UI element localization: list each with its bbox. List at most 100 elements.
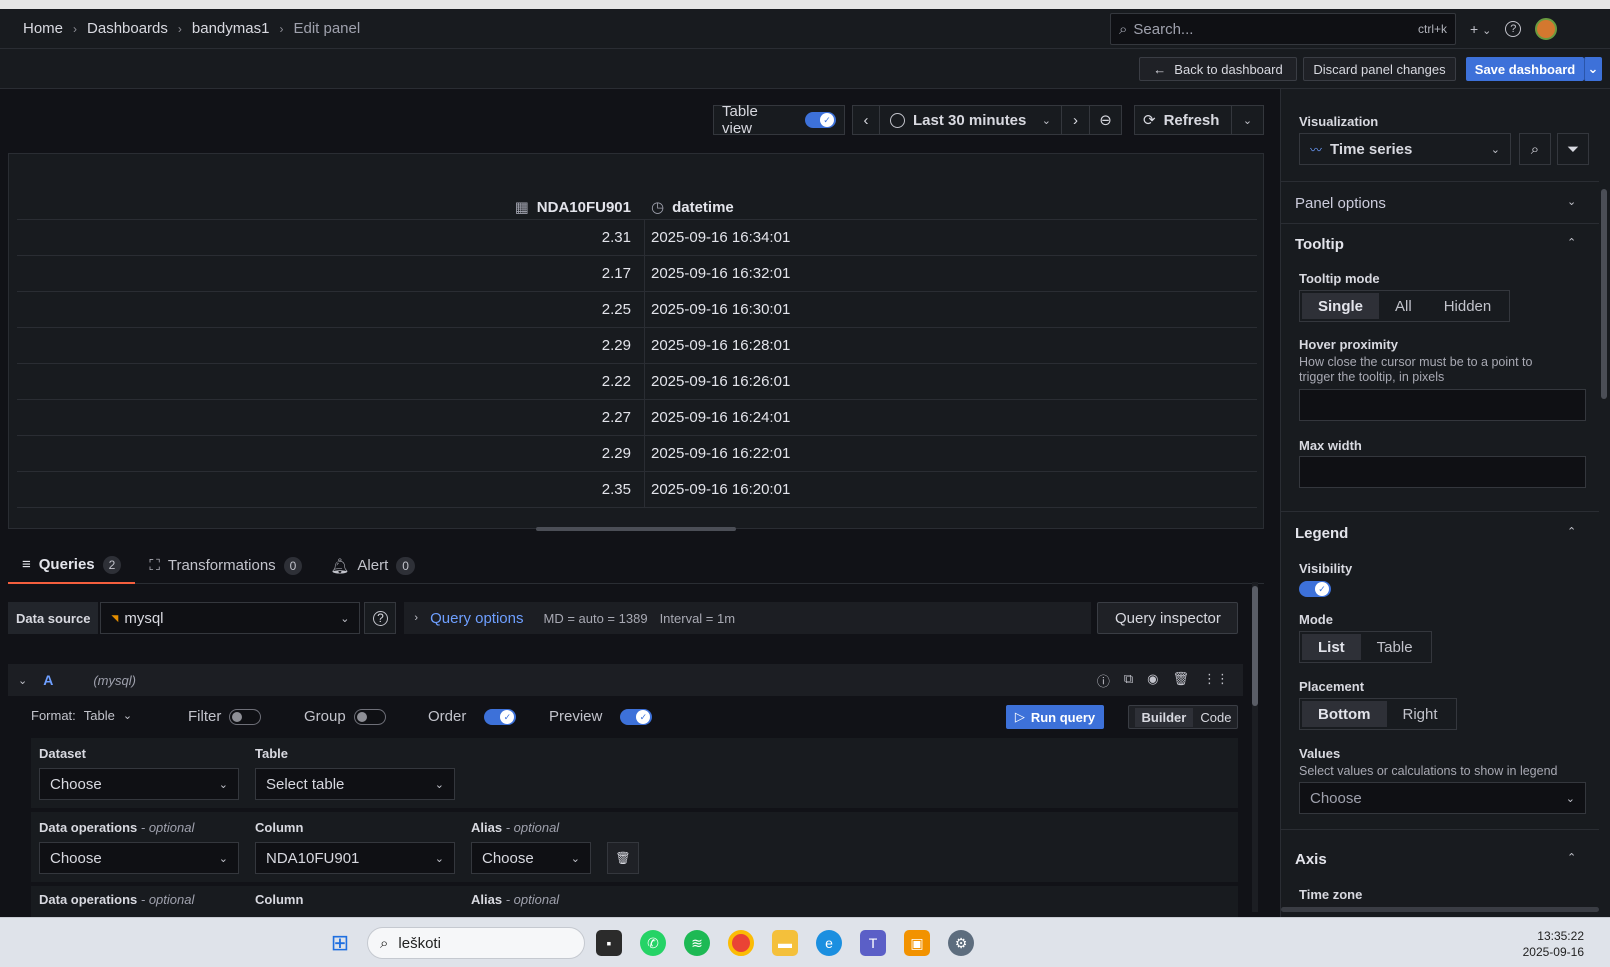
placement-label: Placement [1299,679,1365,694]
time-back-button[interactable]: ‹ [852,105,880,135]
chevron-up-icon[interactable]: ⌃ [1567,525,1576,538]
table-view-switch[interactable] [804,112,836,128]
back-to-dashboard-button[interactable]: ← Back to dashboard [1139,57,1297,81]
remote-desktop-icon[interactable]: ▣ [904,930,930,956]
legend-mode-table[interactable]: Table [1361,634,1429,660]
save-dashboard-button[interactable]: Save dashboard [1466,57,1584,81]
tooltip-mode-all[interactable]: All [1379,293,1428,319]
help-icon[interactable]: ? [1505,21,1522,37]
chevron-down-icon: ⌄ [1242,114,1253,127]
search-input[interactable]: ⌕ Search... ctrl+k [1110,13,1456,45]
table-select[interactable]: Select table ⌄ [255,768,455,800]
divider [1281,829,1599,830]
taskbar-clock[interactable]: 13:35:22 2025-09-16 [1523,928,1584,960]
zoom-out-button[interactable]: ⊖ [1090,105,1122,135]
chevron-down-icon[interactable]: ⌄ [18,674,27,687]
filter-options-button[interactable]: ⏷ [1557,133,1589,165]
max-data-points: MD = auto = 1389 [543,610,648,626]
preview-toggle[interactable]: Preview [549,708,653,725]
group-switch[interactable] [353,708,386,725]
drag-handle-icon[interactable]: ⋮⋮ [1203,671,1229,690]
query-inspector-button[interactable]: Query inspector [1097,602,1239,634]
alias-select[interactable]: Choose ⌄ [471,842,591,874]
chevron-up-icon[interactable]: ⌃ [1567,851,1576,864]
datasource-picker[interactable]: ◥ mysql ⌄ [100,602,361,634]
search-options-button[interactable]: ⌕ [1519,133,1551,165]
query-options-link[interactable]: Query options [430,610,523,627]
discard-panel-changes-button[interactable]: Discard panel changes [1303,57,1456,81]
options-horizontal-scrollbar[interactable] [1281,907,1599,912]
help-icon[interactable]: ⓘ [1097,671,1110,690]
duplicate-icon[interactable]: ⧉ [1124,671,1133,690]
chevron-down-icon[interactable]: ⌄ [1567,195,1576,208]
code-mode-button[interactable]: Code [1200,710,1231,725]
tab-queries[interactable]: ≡ Queries 2 [8,548,136,584]
horizontal-scrollbar[interactable] [536,527,736,531]
options-vertical-scrollbar[interactable] [1601,189,1607,399]
tooltip-section[interactable]: Tooltip [1295,236,1344,253]
run-query-button[interactable]: ▷ Run query [1006,705,1104,729]
chevron-up-icon[interactable]: ⌃ [1567,236,1576,249]
breadcrumb-home[interactable]: Home [23,20,63,37]
column-header-value[interactable]: ▦ NDA10FU901 [515,198,631,216]
remove-column-button[interactable]: 🗑︎ [607,842,639,874]
axis-section[interactable]: Axis [1295,851,1327,868]
chevron-down-icon: ⌄ [434,853,444,865]
tooltip-mode-hidden[interactable]: Hidden [1428,293,1508,319]
avatar[interactable] [1535,18,1558,40]
add-icon[interactable]: + ⌄ [1470,21,1491,37]
order-switch[interactable] [484,708,517,725]
filter-switch[interactable] [229,708,262,725]
tab-alert[interactable]: 🔔︎ Alert 0 [316,548,429,584]
data-operations-select[interactable]: Choose ⌄ [39,842,239,874]
datasource-help-button[interactable]: ? [364,602,397,634]
placement-bottom[interactable]: Bottom [1302,701,1387,727]
time-range-picker[interactable]: Last 30 minutes ⌄ [880,105,1062,135]
table-view-toggle[interactable]: Table view [713,103,845,137]
spotify-icon[interactable]: ≋ [684,930,710,956]
group-toggle[interactable]: Group [304,708,386,725]
placement-right[interactable]: Right [1387,701,1454,727]
save-options-chevron-icon[interactable]: ⌄ [1584,57,1602,81]
legend-values-select[interactable]: Choose ⌄ [1299,782,1586,814]
settings-gear-icon[interactable]: ⚙ [948,930,974,956]
breadcrumb-dashboards[interactable]: Dashboards [87,20,168,37]
refresh-interval-button[interactable]: ⌄ [1232,105,1264,135]
chrome-icon[interactable] [728,930,754,956]
eye-icon[interactable]: ◉ [1147,671,1158,690]
file-explorer-icon[interactable]: ▬ [772,930,798,956]
windows-start-icon[interactable]: ⊞ [327,930,353,956]
query-scrollbar[interactable] [1252,582,1258,912]
tab-transformations[interactable]: ⛶ Transformations 0 [135,548,316,584]
legend-section[interactable]: Legend [1295,525,1348,542]
query-ref-id[interactable]: A [43,672,53,688]
visualization-picker[interactable]: 〰 Time series ⌄ [1299,133,1511,165]
hover-proximity-label: Hover proximity [1299,337,1398,352]
order-toggle[interactable]: Order [428,708,517,725]
filter-toggle[interactable]: Filter [188,708,262,725]
whatsapp-icon[interactable]: ✆ [640,930,666,956]
breadcrumb-dashboard[interactable]: bandymas1 [192,20,270,37]
max-width-input[interactable] [1299,456,1586,488]
scrollbar-thumb[interactable] [1252,586,1258,706]
taskbar-search[interactable]: ⌕ leškoti [367,927,585,959]
legend-visibility-switch[interactable] [1299,581,1331,597]
format-selector[interactable]: Format: Table ⌄ [31,708,132,723]
legend-mode-list[interactable]: List [1302,634,1361,660]
hover-proximity-input[interactable] [1299,389,1586,421]
refresh-button[interactable]: ⟳ Refresh [1134,105,1232,135]
panel-options-section[interactable]: Panel options [1295,195,1386,212]
edge-icon[interactable]: e [816,930,842,956]
preview-switch[interactable] [620,708,653,725]
cell-value: 2.29 [601,445,631,462]
column-header-datetime[interactable]: ◷ datetime [651,198,734,216]
trash-icon[interactable]: 🗑︎ [1172,671,1189,690]
builder-mode-button[interactable]: Builder [1134,707,1194,727]
task-view-icon[interactable]: ▪ [596,930,622,956]
dataset-select[interactable]: Choose ⌄ [39,768,239,800]
tooltip-mode-single[interactable]: Single [1302,293,1380,319]
column-select[interactable]: NDA10FU901 ⌄ [255,842,455,874]
query-options-bar[interactable]: › Query options MD = auto = 1389 Interva… [404,602,1092,634]
time-forward-button[interactable]: › [1062,105,1090,135]
teams-icon[interactable]: T [860,930,886,956]
